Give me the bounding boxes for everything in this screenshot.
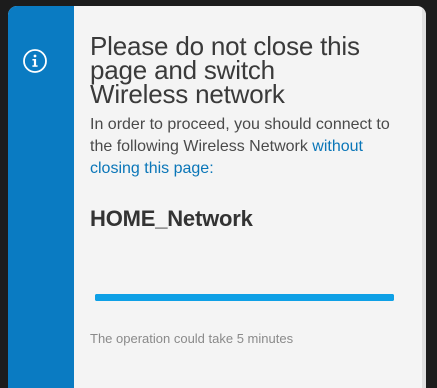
info-icon — [23, 49, 47, 73]
progress-fill — [95, 294, 394, 301]
network-name: HOME_Network — [90, 206, 253, 231]
dialog-content: Please do not close this page and switch W… — [90, 33, 408, 232]
progress-bar — [95, 294, 394, 301]
dialog-title: Please do not close this page and switch W… — [90, 33, 408, 109]
title-line-3: Wireless network — [90, 79, 285, 109]
accent-side-band — [8, 6, 74, 388]
dialog-instructions: In order to proceed, you should connect … — [90, 114, 408, 180]
card-edge — [422, 6, 426, 388]
operation-duration-note: The operation could take 5 minutes — [90, 331, 294, 346]
